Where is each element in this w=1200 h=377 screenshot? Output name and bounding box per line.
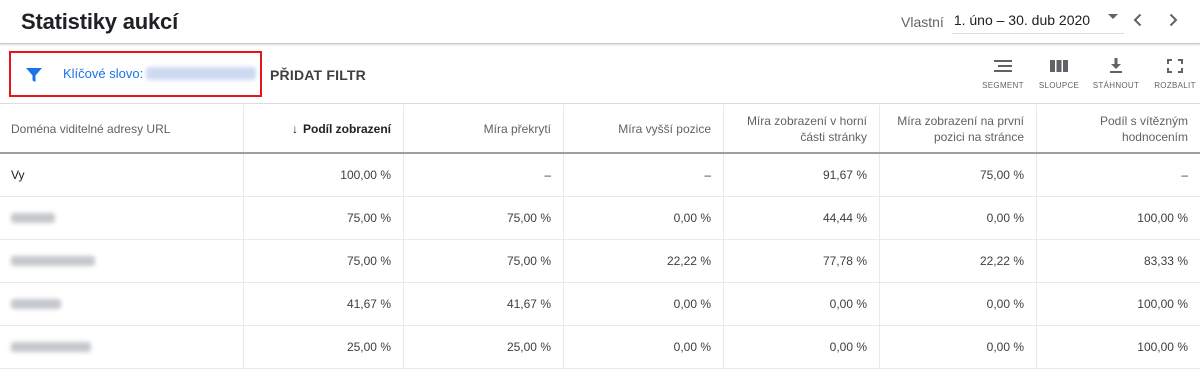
outranking-share-cell: 83,33 % — [1036, 240, 1200, 282]
table-row: Vy 100,00 % – – 91,67 % 75,00 % – — [0, 154, 1200, 197]
overlap-rate-cell: 25,00 % — [403, 326, 563, 368]
chevron-right-icon[interactable] — [1163, 10, 1183, 30]
filter-label: Klíčové slovo: — [63, 66, 144, 81]
abs-top-rate-cell: 0,00 % — [879, 197, 1036, 239]
position-above-rate-cell: – — [563, 154, 723, 196]
position-above-rate-cell: 0,00 % — [563, 283, 723, 325]
abs-top-rate-cell: 0,00 % — [879, 283, 1036, 325]
table-row: 25,00 % 25,00 % 0,00 % 0,00 % 0,00 % 100… — [0, 326, 1200, 369]
outranking-share-cell: – — [1036, 154, 1200, 196]
impression-share-cell: 41,67 % — [243, 283, 403, 325]
page-header: Statistiky aukcí Vlastní 1. úno – 30. du… — [0, 0, 1200, 44]
header-abs-top-rate[interactable]: Míra zobrazení na první pozici na stránc… — [879, 105, 1036, 152]
abs-top-rate-cell: 75,00 % — [879, 154, 1036, 196]
overlap-rate-cell: 41,67 % — [403, 283, 563, 325]
auction-insights-table: Doména viditelné adresy URL ↓ Podíl zobr… — [0, 105, 1200, 369]
columns-label: SLOUPCE — [1038, 81, 1080, 90]
top-of-page-rate-cell: 77,78 % — [723, 240, 879, 282]
date-picker[interactable]: Vlastní 1. úno – 30. dub 2020 — [901, 10, 1124, 34]
abs-top-rate-cell: 22,22 % — [879, 240, 1036, 282]
segment-icon — [994, 60, 1012, 72]
download-label: STÁHNOUT — [1092, 81, 1140, 90]
table-header-row: Doména viditelné adresy URL ↓ Podíl zobr… — [0, 105, 1200, 154]
overlap-rate-cell: 75,00 % — [403, 240, 563, 282]
header-top-of-page-rate[interactable]: Míra zobrazení v horní části stránky — [723, 105, 879, 152]
overlap-rate-cell: – — [403, 154, 563, 196]
filter-value-redacted — [146, 67, 256, 80]
top-of-page-rate-cell: 0,00 % — [723, 326, 879, 368]
position-above-rate-cell: 0,00 % — [563, 326, 723, 368]
domain-redacted — [11, 256, 95, 266]
impression-share-cell: 75,00 % — [243, 240, 403, 282]
expand-button[interactable]: ROZBALIT — [1145, 58, 1200, 98]
impression-share-cell: 75,00 % — [243, 197, 403, 239]
domain-redacted — [11, 213, 55, 223]
sort-arrow-icon: ↓ — [291, 121, 298, 136]
outranking-share-cell: 100,00 % — [1036, 283, 1200, 325]
position-above-rate-cell: 0,00 % — [563, 197, 723, 239]
top-of-page-rate-cell: 91,67 % — [723, 154, 879, 196]
header-overlap-rate[interactable]: Míra překrytí — [403, 105, 563, 152]
segment-button[interactable]: SEGMENT — [973, 58, 1033, 98]
date-range-select[interactable]: 1. úno – 30. dub 2020 — [951, 10, 1124, 34]
domain-cell — [0, 326, 243, 368]
outranking-share-cell: 100,00 % — [1036, 326, 1200, 368]
header-position-above-rate[interactable]: Míra vyšší pozice — [563, 105, 723, 152]
header-outranking-share[interactable]: Podíl s vítězným hodnocením — [1036, 105, 1200, 152]
date-range-value: 1. úno – 30. dub 2020 — [953, 12, 1091, 28]
position-above-rate-cell: 22,22 % — [563, 240, 723, 282]
add-filter-button[interactable]: PŘIDAT FILTR — [270, 67, 366, 83]
chevron-left-icon[interactable] — [1128, 10, 1148, 30]
outranking-share-cell: 100,00 % — [1036, 197, 1200, 239]
header-domain[interactable]: Doména viditelné adresy URL — [0, 105, 243, 152]
page-title: Statistiky aukcí — [21, 9, 178, 34]
keyword-filter-chip[interactable]: Klíčové slovo: — [9, 51, 262, 97]
table-row: 41,67 % 41,67 % 0,00 % 0,00 % 0,00 % 100… — [0, 283, 1200, 326]
domain-cell: Vy — [11, 168, 25, 182]
expand-icon — [1167, 59, 1183, 73]
download-icon — [1110, 58, 1122, 73]
date-type-label: Vlastní — [901, 14, 944, 30]
caret-down-icon — [1107, 14, 1118, 19]
domain-cell — [0, 197, 243, 239]
domain-redacted — [11, 342, 91, 352]
columns-button[interactable]: SLOUPCE — [1029, 58, 1089, 98]
overlap-rate-cell: 75,00 % — [403, 197, 563, 239]
segment-label: SEGMENT — [982, 81, 1024, 90]
domain-cell — [0, 240, 243, 282]
impression-share-cell: 100,00 % — [243, 154, 403, 196]
domain-cell — [0, 283, 243, 325]
expand-label: ROZBALIT — [1154, 81, 1196, 90]
columns-icon — [1050, 60, 1068, 72]
table-row: 75,00 % 75,00 % 22,22 % 77,78 % 22,22 % … — [0, 240, 1200, 283]
toolbar: Klíčové slovo: PŘIDAT FILTR SEGMENT SLOU… — [0, 46, 1200, 104]
abs-top-rate-cell: 0,00 % — [879, 326, 1036, 368]
domain-redacted — [11, 299, 61, 309]
header-impression-share[interactable]: ↓ Podíl zobrazení — [243, 105, 403, 152]
download-button[interactable]: STÁHNOUT — [1086, 58, 1146, 98]
filter-icon — [26, 68, 42, 82]
top-of-page-rate-cell: 0,00 % — [723, 283, 879, 325]
top-of-page-rate-cell: 44,44 % — [723, 197, 879, 239]
table-row: 75,00 % 75,00 % 0,00 % 44,44 % 0,00 % 10… — [0, 197, 1200, 240]
impression-share-cell: 25,00 % — [243, 326, 403, 368]
